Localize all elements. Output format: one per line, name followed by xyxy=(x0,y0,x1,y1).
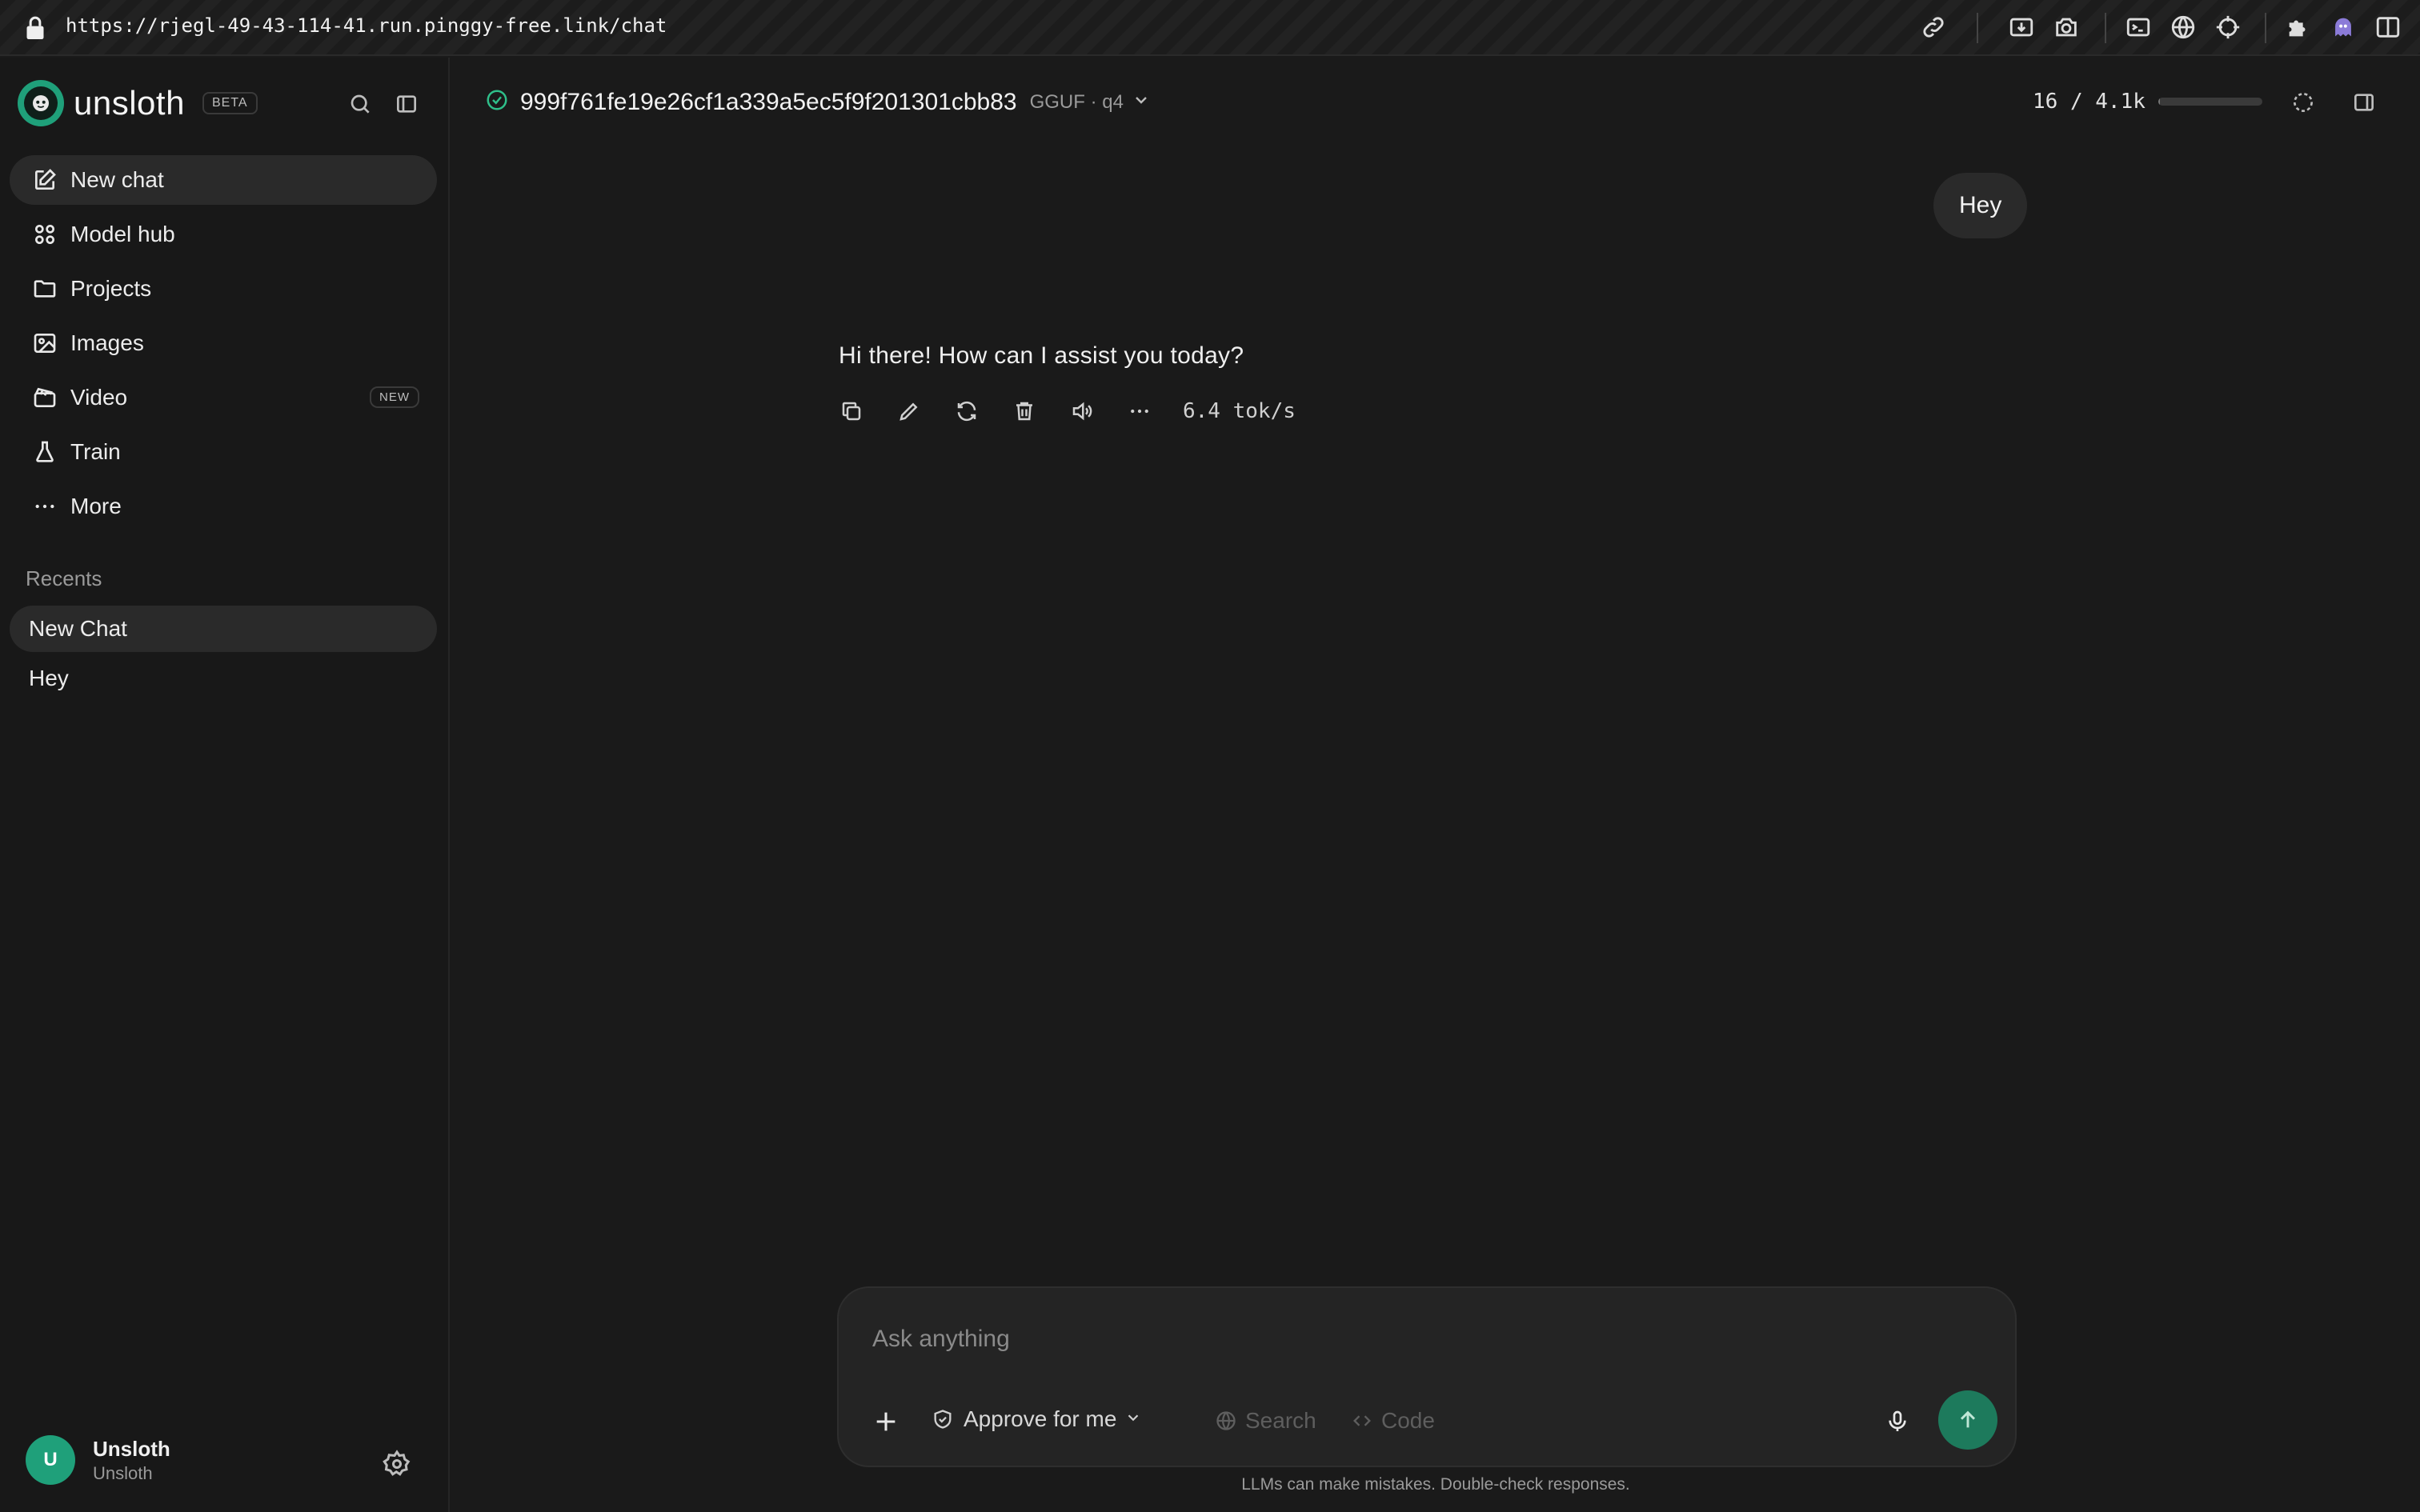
code-toggle[interactable]: Code xyxy=(1351,1408,1435,1434)
code-toggle-label: Code xyxy=(1381,1408,1435,1433)
arrow-up-icon xyxy=(1960,1410,1976,1428)
sidebar-toggle-icon[interactable] xyxy=(2372,11,2404,43)
folder-icon xyxy=(34,280,56,298)
plus-icon[interactable] xyxy=(869,1405,903,1438)
approve-mode-dropdown[interactable]: Approve for me xyxy=(932,1406,1142,1432)
flask-icon xyxy=(36,441,54,462)
link-icon[interactable] xyxy=(1917,11,1949,43)
microphone-icon[interactable] xyxy=(1881,1405,1914,1438)
message-actions: 6.4 tok/s xyxy=(835,395,1296,427)
unsloth-logo-icon xyxy=(18,80,64,126)
sidebar-item-label: Projects xyxy=(70,276,152,301)
check-circle-icon xyxy=(485,88,509,116)
sidebar: unsloth BETA New chat Model hub Projects… xyxy=(0,58,450,1512)
globe-icon[interactable] xyxy=(2167,11,2199,43)
chevron-down-icon xyxy=(1116,1409,1142,1430)
brand[interactable]: unsloth BETA xyxy=(18,80,258,126)
image-icon xyxy=(34,334,56,353)
assistant-message: Hi there! How can I assist you today? xyxy=(839,342,1244,369)
regenerate-icon[interactable] xyxy=(951,395,983,427)
address-bar-url[interactable]: https://rjegl-49-43-114-41.run.pinggy-fr… xyxy=(66,14,667,37)
sidebar-item-images[interactable]: Images xyxy=(10,318,437,368)
edit-icon xyxy=(35,169,56,190)
disclaimer: LLMs can make mistakes. Double-check res… xyxy=(1241,1475,1630,1494)
search-toggle-label: Search xyxy=(1245,1408,1316,1433)
user-subtitle: Unsloth xyxy=(93,1462,153,1483)
download-screenshot-icon[interactable] xyxy=(2005,11,2037,43)
context-usage-text: 16 / 4.1k xyxy=(2033,90,2146,114)
send-button[interactable] xyxy=(1938,1390,1997,1450)
more-icon[interactable] xyxy=(1124,395,1156,427)
brand-name: unsloth xyxy=(74,84,185,122)
sidebar-item-label: New chat xyxy=(70,167,164,192)
beta-badge: BETA xyxy=(202,92,258,114)
recents-list: New Chat Hey xyxy=(10,606,437,705)
sidebar-item-model-hub[interactable]: Model hub xyxy=(10,210,437,259)
lock-icon xyxy=(24,14,46,42)
pencil-icon[interactable] xyxy=(893,395,925,427)
recent-chat-label: New Chat xyxy=(29,616,127,641)
camera-icon[interactable] xyxy=(2050,11,2082,43)
context-usage-bar xyxy=(2158,98,2262,106)
model-name: 999f761fe19e26cf1a339a5ec5f9f201301cbb83 xyxy=(520,88,1017,115)
sidebar-item-new-chat[interactable]: New chat xyxy=(10,155,437,205)
sidebar-item-label: Train xyxy=(70,439,121,464)
sidebar-item-train[interactable]: Train xyxy=(10,427,437,477)
recent-chat-label: Hey xyxy=(29,666,69,690)
sidebar-item-projects[interactable]: Projects xyxy=(10,264,437,314)
shield-check-icon xyxy=(934,1410,952,1429)
composer: Approve for me Search Code xyxy=(837,1286,2017,1467)
puzzle-icon[interactable] xyxy=(2282,11,2314,43)
sidebar-nav: New chat Model hub Projects Images Video… xyxy=(10,155,437,536)
sidebar-item-label: Video xyxy=(70,385,128,410)
user-message: Hey xyxy=(1933,173,2028,238)
recent-chat-item[interactable]: New Chat xyxy=(10,606,437,652)
chat-main: 999f761fe19e26cf1a339a5ec5f9f201301cbb83… xyxy=(451,58,2420,1512)
terminal-icon[interactable] xyxy=(2122,11,2154,43)
approve-mode-label: Approve for me xyxy=(964,1406,1117,1431)
chevron-down-icon xyxy=(1124,90,1151,114)
panel-toggle-icon[interactable] xyxy=(2348,86,2380,118)
context-usage-fill xyxy=(2158,98,2161,106)
temporary-chat-icon[interactable] xyxy=(2287,86,2319,118)
gear-icon[interactable] xyxy=(379,1446,415,1482)
globe-icon xyxy=(1216,1411,1236,1430)
model-format: GGUF · q4 xyxy=(1029,90,1124,113)
trash-icon[interactable] xyxy=(1008,395,1040,427)
sidebar-item-label: More xyxy=(70,494,122,518)
tokens-per-second: 6.4 tok/s xyxy=(1183,399,1296,423)
search-toggle[interactable]: Search xyxy=(1215,1408,1316,1434)
ghost-icon[interactable] xyxy=(2327,11,2359,43)
copy-icon[interactable] xyxy=(835,395,867,427)
search-icon[interactable] xyxy=(344,88,376,120)
grid-icon xyxy=(34,225,54,244)
new-badge: NEW xyxy=(370,386,419,408)
more-icon xyxy=(35,504,54,509)
sidebar-item-more[interactable]: More xyxy=(10,482,437,531)
collapse-sidebar-icon[interactable] xyxy=(391,88,423,120)
context-usage: 16 / 4.1k xyxy=(2033,90,2262,114)
recent-chat-item[interactable]: Hey xyxy=(10,655,437,702)
sidebar-item-label: Images xyxy=(70,330,144,355)
sidebar-item-label: Model hub xyxy=(70,222,175,246)
browser-toolbar: https://rjegl-49-43-114-41.run.pinggy-fr… xyxy=(0,0,2420,56)
user-profile[interactable]: U Unsloth Unsloth xyxy=(26,1435,170,1485)
sidebar-item-video[interactable]: Video NEW xyxy=(10,373,437,422)
video-icon xyxy=(34,387,56,407)
user-name: Unsloth xyxy=(93,1436,170,1461)
avatar: U xyxy=(26,1435,75,1485)
recents-heading: Recents xyxy=(26,566,102,590)
code-icon xyxy=(1353,1415,1371,1426)
crosshair-icon[interactable] xyxy=(2212,11,2244,43)
speaker-icon[interactable] xyxy=(1066,395,1098,427)
model-selector[interactable]: 999f761fe19e26cf1a339a5ec5f9f201301cbb83… xyxy=(485,88,1151,116)
message-input[interactable] xyxy=(872,1323,1977,1355)
